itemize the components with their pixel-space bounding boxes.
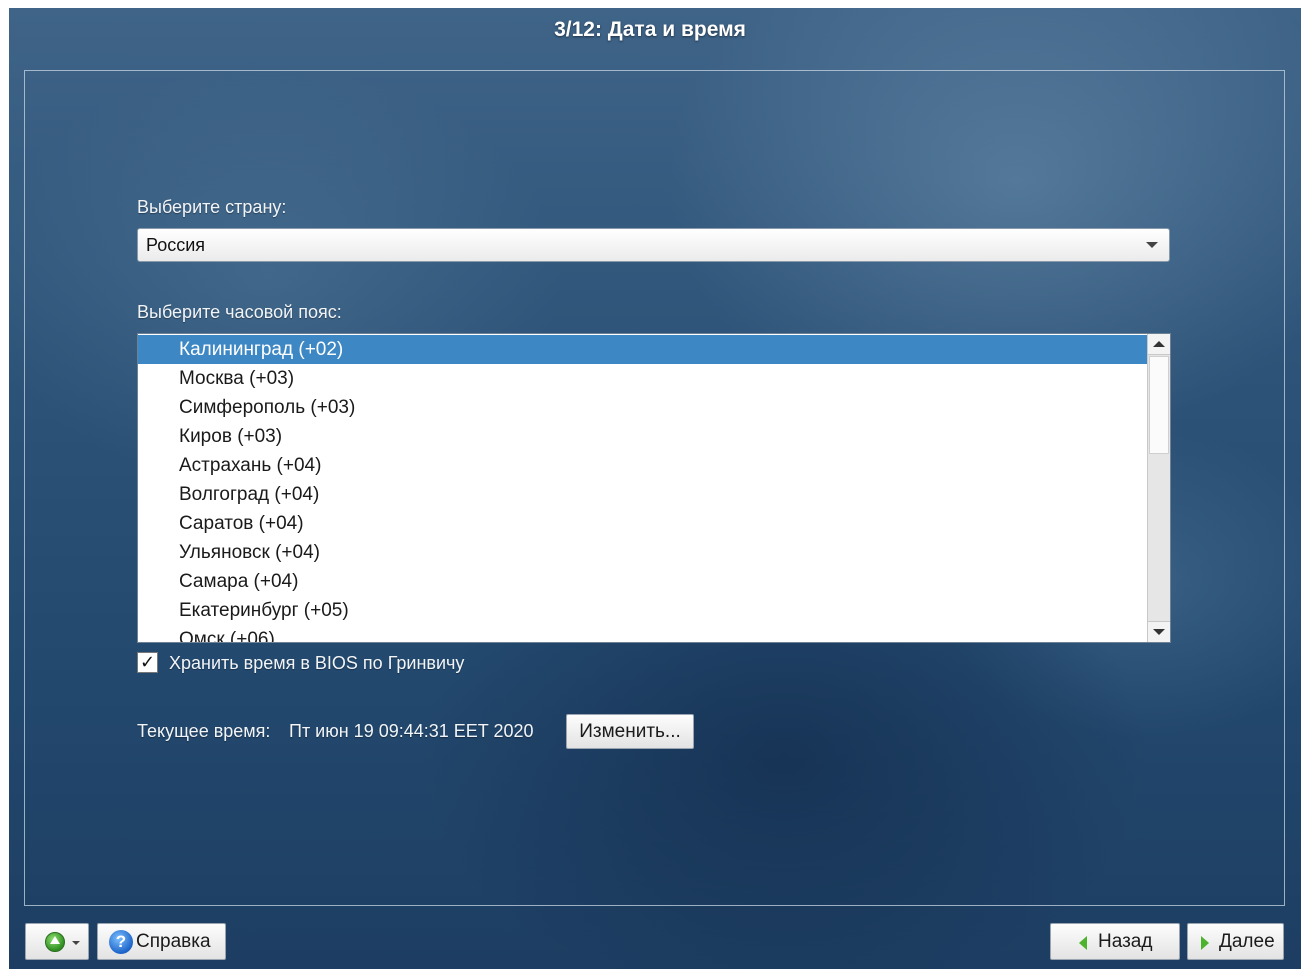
country-label: Выберите страну: — [137, 197, 287, 217]
list-item[interactable]: Астрахань (+04) — [138, 451, 1148, 480]
country-select-value: Россия — [146, 235, 206, 255]
next-button[interactable]: Далее — [1187, 923, 1284, 960]
list-item[interactable]: Калининград (+02) — [138, 335, 1148, 364]
timezone-list[interactable]: Калининград (+02) Москва (+03) Симферопо… — [137, 333, 1171, 643]
list-item[interactable]: Москва (+03) — [138, 364, 1148, 393]
help-icon: ? — [109, 930, 133, 954]
chevron-down-icon — [1146, 242, 1158, 248]
current-time-label: Текущее время: — [137, 721, 271, 741]
list-item[interactable]: Киров (+03) — [138, 422, 1148, 451]
list-item[interactable]: Екатеринбург (+05) — [138, 596, 1148, 625]
list-item[interactable]: Омск (+06) — [138, 625, 1148, 642]
timezone-rows: Калининград (+02) Москва (+03) Симферопо… — [138, 335, 1148, 642]
back-button-label: Назад — [1098, 931, 1153, 952]
scroll-down-arrow-icon[interactable] — [1148, 621, 1170, 642]
arrow-left-icon — [1079, 936, 1087, 950]
scrollbar-thumb[interactable] — [1149, 356, 1169, 454]
list-item[interactable]: Волгоград (+04) — [138, 480, 1148, 509]
list-item[interactable]: Симферополь (+03) — [138, 393, 1148, 422]
list-item[interactable]: Саратов (+04) — [138, 509, 1148, 538]
timezone-scrollbar[interactable] — [1147, 334, 1170, 642]
country-select[interactable]: Россия — [137, 228, 1170, 262]
change-time-button[interactable]: Изменить... — [566, 714, 694, 749]
back-button[interactable]: Назад — [1050, 923, 1180, 960]
help-button[interactable]: ? Справка — [97, 923, 226, 960]
list-item[interactable]: Самара (+04) — [138, 567, 1148, 596]
checkmark-icon: ✓ — [139, 652, 156, 672]
tools-menu-button[interactable] — [25, 923, 89, 960]
green-up-arrow-icon — [45, 932, 65, 952]
page-title: 3/12: Дата и время — [554, 18, 746, 41]
bios-utc-checkbox[interactable]: ✓ — [137, 652, 158, 673]
help-button-label: Справка — [136, 931, 211, 952]
scroll-up-arrow-icon[interactable] — [1148, 334, 1170, 355]
arrow-right-icon — [1201, 936, 1209, 950]
current-time-value: Пт июн 19 09:44:31 EET 2020 — [289, 721, 534, 741]
list-item[interactable]: Ульяновск (+04) — [138, 538, 1148, 567]
timezone-label: Выберите часовой пояс: — [137, 302, 342, 322]
chevron-down-icon — [72, 941, 80, 945]
next-button-label: Далее — [1219, 931, 1275, 952]
bios-utc-label[interactable]: Хранить время в BIOS по Гринвичу — [169, 653, 464, 674]
